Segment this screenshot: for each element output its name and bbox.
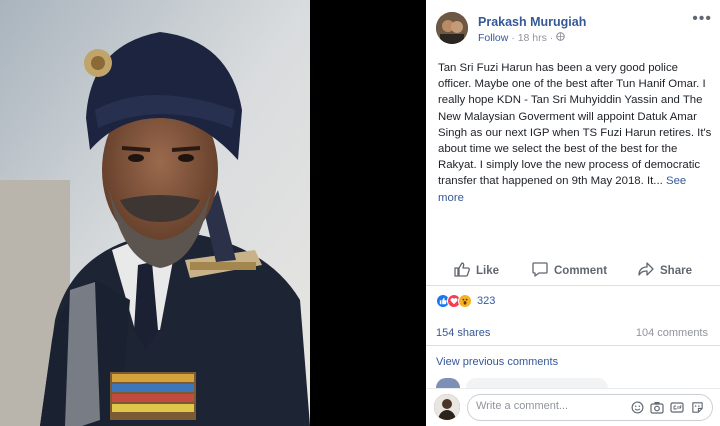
more-options-button[interactable]: •••	[692, 10, 712, 28]
like-button[interactable]: Like	[454, 262, 499, 280]
author-name[interactable]: Prakash Murugiah	[478, 15, 586, 29]
wow-reaction-icon	[458, 294, 472, 308]
meta-separator: ·	[511, 32, 515, 44]
post-photo[interactable]	[0, 0, 310, 426]
view-previous-comments-link[interactable]: View previous comments	[436, 356, 558, 368]
author-avatar-image	[436, 12, 468, 44]
comments-count-link[interactable]: 104 comments	[636, 327, 708, 339]
comment-bubble	[466, 378, 608, 388]
photo-viewer-background	[310, 0, 426, 426]
like-label: Like	[476, 265, 500, 277]
share-arrow-icon	[638, 262, 654, 280]
post-meta: Follow · 18 hrs ·	[478, 32, 566, 44]
share-button[interactable]: Share	[638, 262, 692, 280]
comment-input-tools	[630, 400, 704, 414]
post-text: Tan Sri Fuzi Harun has been a very good …	[438, 60, 712, 206]
shares-count-link[interactable]: 154 shares	[436, 327, 490, 339]
comment-avatar[interactable]	[436, 378, 460, 388]
thumbs-up-icon	[454, 262, 470, 280]
sticker-icon[interactable]	[690, 400, 704, 414]
reactions-count[interactable]: 323	[477, 295, 495, 307]
author-avatar[interactable]	[436, 12, 468, 44]
post-sidebar: Prakash Murugiah Follow · 18 hrs · ••• T…	[426, 0, 720, 426]
follow-link[interactable]: Follow	[478, 32, 508, 44]
comment-input[interactable]	[476, 400, 626, 412]
share-label: Share	[660, 265, 692, 277]
reactions-bar[interactable]: 323	[436, 294, 712, 314]
post-time[interactable]: 18 hrs	[518, 32, 547, 44]
post-body: Tan Sri Fuzi Harun has been a very good …	[438, 62, 712, 188]
comment-label: Comment	[554, 265, 608, 277]
comment-button[interactable]: Comment	[532, 262, 607, 280]
officer-portrait-image	[0, 0, 310, 426]
gif-icon[interactable]	[670, 400, 684, 414]
camera-icon[interactable]	[650, 400, 664, 414]
post-header: Prakash Murugiah Follow · 18 hrs · •••	[436, 10, 712, 46]
globe-icon	[556, 32, 566, 44]
current-user-avatar[interactable]	[434, 394, 460, 420]
comment-composer	[426, 388, 720, 426]
comment-bubble-icon	[532, 262, 548, 280]
divider	[426, 345, 720, 346]
reactions-summary[interactable]: 323	[436, 294, 495, 308]
meta-separator: ·	[549, 32, 554, 44]
emoji-icon[interactable]	[630, 400, 644, 414]
comment-input-box[interactable]	[467, 394, 713, 421]
current-user-avatar-image	[434, 394, 460, 420]
post-actions: Like Comment Share	[426, 256, 720, 286]
